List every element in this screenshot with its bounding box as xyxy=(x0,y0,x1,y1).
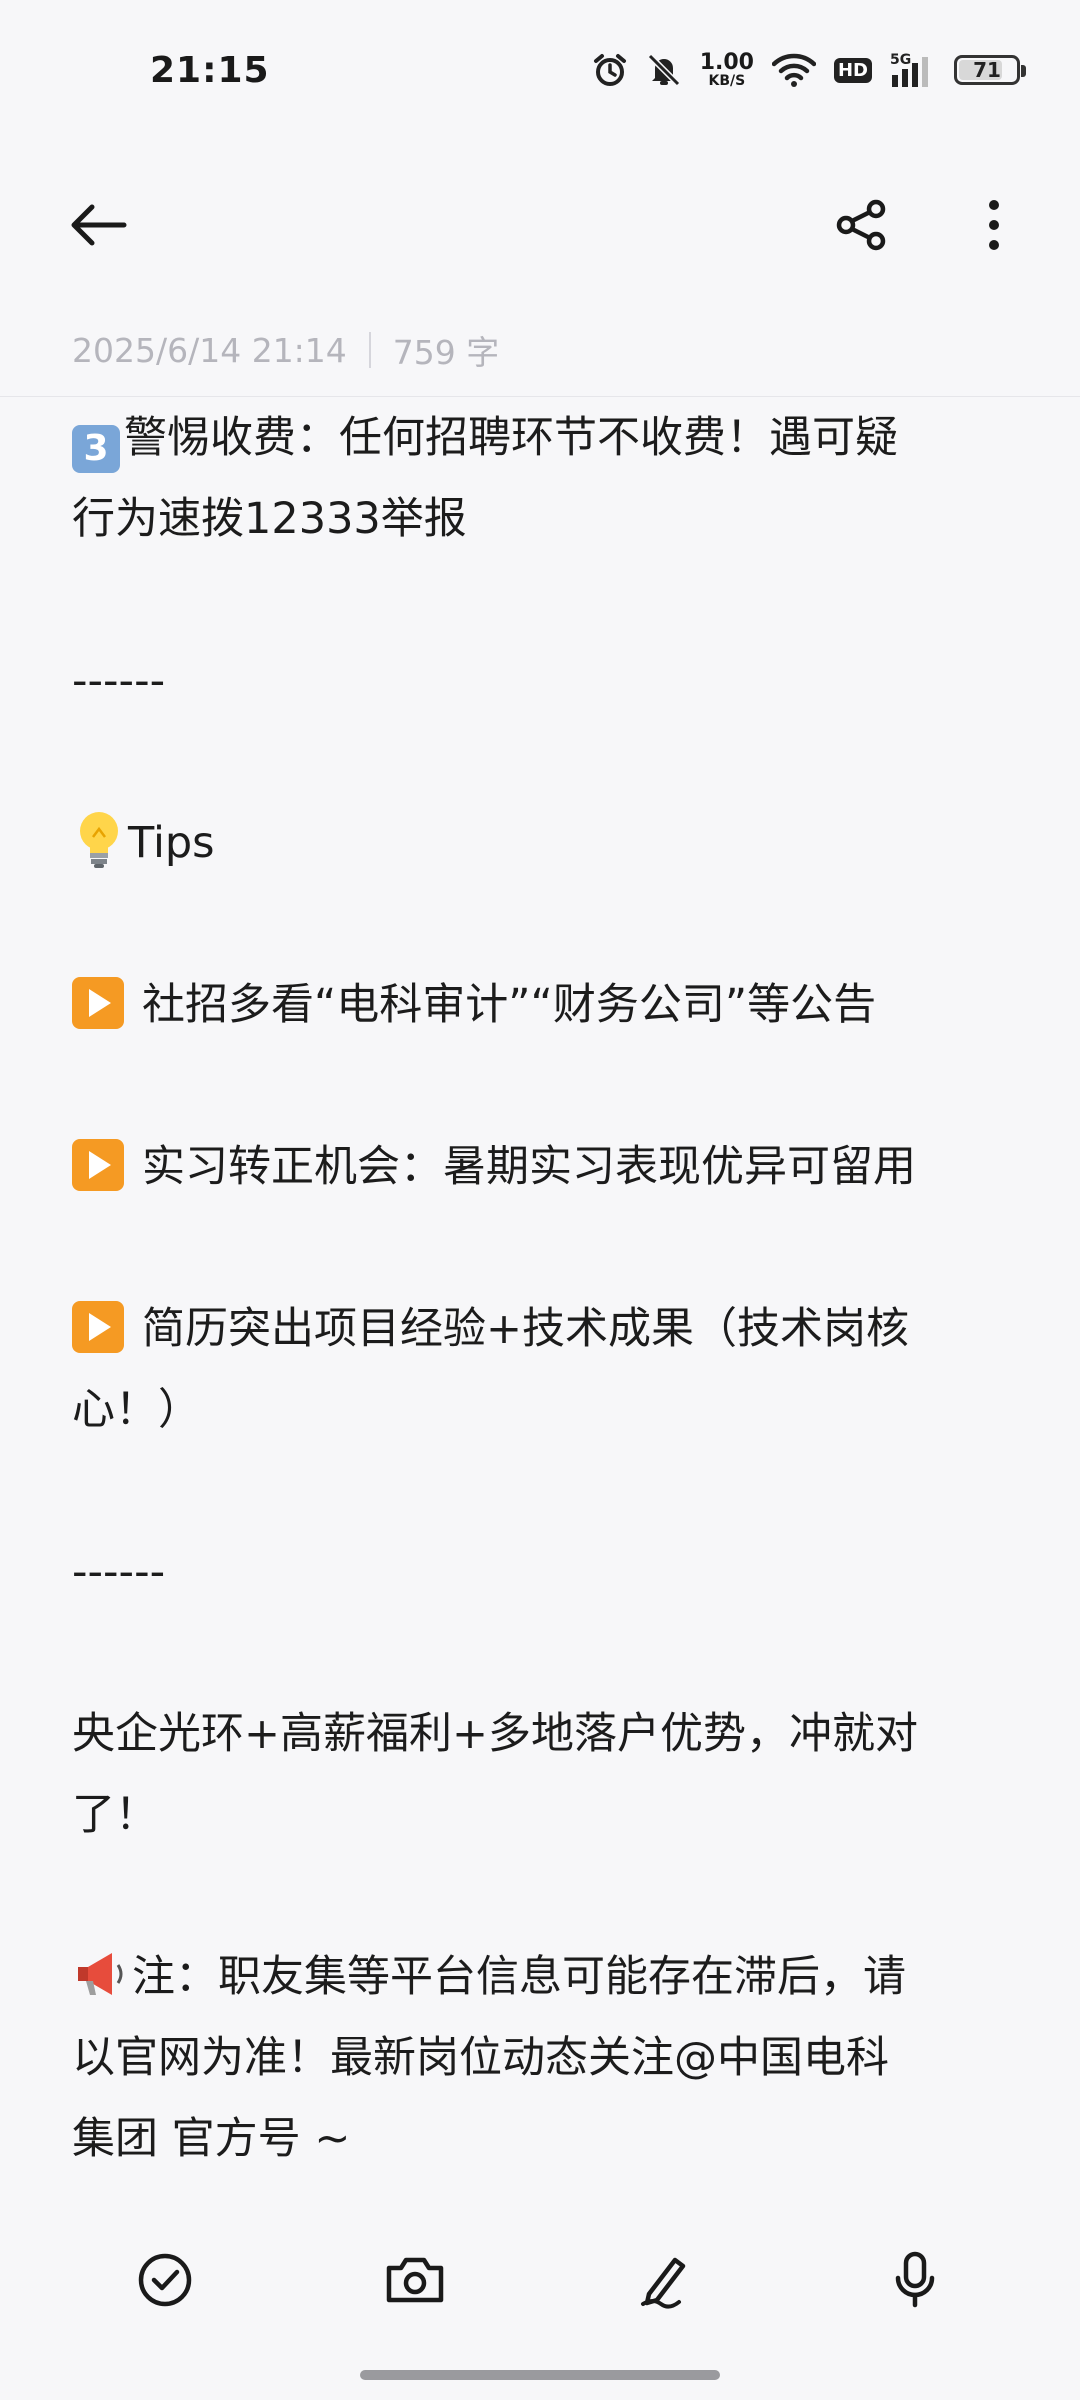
camera-button[interactable] xyxy=(375,2240,455,2320)
handwriting-button[interactable] xyxy=(625,2240,705,2320)
note-editor[interactable]: 3 警惕收费：任何招聘环节不收费！遇可疑 行为速拨12333举报 ------ T… xyxy=(72,398,1012,2198)
note-line-empty xyxy=(72,1046,1012,1127)
megaphone-icon xyxy=(78,1953,123,1995)
share-icon xyxy=(836,199,886,251)
keycap-3-icon: 3 xyxy=(72,425,120,473)
share-button[interactable] xyxy=(826,189,898,261)
battery-level: 71 xyxy=(973,58,1001,82)
bottom-toolbar xyxy=(0,2210,1080,2350)
home-indicator[interactable] xyxy=(360,2370,720,2380)
play-button-icon xyxy=(72,1139,124,1191)
note-line: 注：职友集等平台信息可能存在滞后，请 xyxy=(72,1937,1012,2018)
signal-label: 5G xyxy=(890,52,911,68)
net-speed-unit: KB/S xyxy=(708,73,746,89)
microphone-icon xyxy=(895,2251,935,2308)
mute-bell-icon xyxy=(646,52,682,88)
wifi-icon xyxy=(771,52,816,88)
note-line: 3 警惕收费：任何招聘环节不收费！遇可疑 xyxy=(72,398,1012,479)
back-arrow-icon xyxy=(71,204,127,246)
note-text: 警惕收费：任何招聘环节不收费！遇可疑 xyxy=(124,413,898,463)
note-line: 集团 官方号 ~ xyxy=(72,2114,351,2164)
note-line-empty xyxy=(72,1451,1012,1532)
back-button[interactable] xyxy=(62,189,134,261)
checklist-button[interactable] xyxy=(125,2240,205,2320)
note-meta: 2025/6/14 21:14 759 字 xyxy=(72,325,499,375)
play-button-icon xyxy=(72,1301,124,1353)
net-speed-value: 1.00 xyxy=(699,50,754,75)
more-vertical-icon xyxy=(989,200,999,250)
hd-badge: HD xyxy=(833,57,872,83)
header-divider xyxy=(0,396,1080,397)
note-line: 了！ xyxy=(72,1790,158,1840)
note-line: 社招多看“电科审计”“财务公司”等公告 xyxy=(72,965,1012,1046)
tips-heading: Tips xyxy=(128,818,215,868)
note-line-empty xyxy=(72,1613,1012,1694)
camera-icon xyxy=(386,2257,444,2303)
note-text: 实习转正机会：暑期实习表现优异可留用 xyxy=(142,1142,916,1192)
signal-5g-icon: 5G xyxy=(890,51,936,89)
toolbar-actions xyxy=(826,189,1030,261)
note-line: 央企光环+高薪福利+多地落户优势，冲就对 xyxy=(72,1709,919,1759)
note-line: 行为速拨12333举报 xyxy=(72,494,467,544)
note-separator: ------ xyxy=(72,656,166,706)
note-toolbar xyxy=(0,160,1080,290)
word-count: 759 字 xyxy=(392,333,500,372)
status-bar: 21:15 1.00 KB/S HD 5G 71 xyxy=(0,0,1080,140)
note-separator: ------ xyxy=(72,1547,166,1597)
note-line-empty xyxy=(72,722,1012,803)
meta-divider xyxy=(368,332,371,368)
note-line: 心！） xyxy=(72,1385,201,1435)
note-line: 以官网为准！最新岗位动态关注@中国电科 xyxy=(72,2033,889,2083)
note-line: Tips xyxy=(72,803,1012,884)
checklist-icon xyxy=(138,2253,192,2307)
voice-button[interactable] xyxy=(875,2240,955,2320)
note-text: 注：职友集等平台信息可能存在滞后，请 xyxy=(132,1952,906,2002)
note-line-empty xyxy=(72,560,1012,641)
note-line-empty xyxy=(72,1208,1012,1289)
note-line-empty xyxy=(72,1856,1012,1937)
status-icons: 1.00 KB/S HD 5G 71 xyxy=(592,50,1026,89)
note-line: 实习转正机会：暑期实习表现优异可留用 xyxy=(72,1127,1012,1208)
alarm-icon xyxy=(592,52,628,88)
note-text: 简历突出项目经验+技术成果（技术岗核 xyxy=(142,1304,910,1354)
net-speed: 1.00 KB/S xyxy=(699,50,754,89)
note-line-empty xyxy=(72,884,1012,965)
lightbulb-icon xyxy=(80,812,118,868)
status-time: 21:15 xyxy=(150,49,270,91)
note-line: 简历突出项目经验+技术成果（技术岗核 xyxy=(72,1289,1012,1370)
battery-indicator: 71 xyxy=(954,55,1026,85)
note-date: 2025/6/14 21:14 xyxy=(72,330,347,370)
handwriting-icon xyxy=(641,2257,686,2309)
note-text: 社招多看“电科审计”“财务公司”等公告 xyxy=(142,980,877,1030)
more-button[interactable] xyxy=(958,189,1030,261)
play-button-icon xyxy=(72,977,124,1029)
